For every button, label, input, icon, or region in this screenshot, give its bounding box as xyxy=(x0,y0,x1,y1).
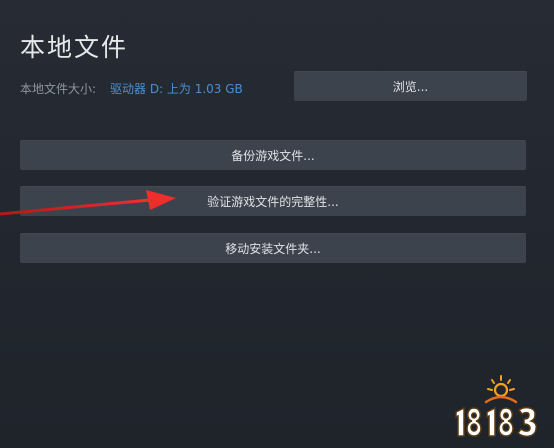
browse-button-label: 浏览... xyxy=(392,79,429,94)
local-file-size-label: 本地文件大小: xyxy=(20,82,97,96)
backup-game-files-button[interactable]: 备份游戏文件... xyxy=(20,140,526,170)
watermark-logo xyxy=(455,375,537,438)
watermark-18183-text-icon xyxy=(455,406,537,438)
page-title: 本地文件 xyxy=(20,33,129,62)
verify-game-files-label: 验证游戏文件的完整性... xyxy=(207,194,339,209)
backup-game-files-label: 备份游戏文件... xyxy=(231,148,315,163)
move-install-folder-button[interactable]: 移动安装文件夹... xyxy=(20,233,526,263)
local-file-size-value: 驱动器 D: 上为 1.03 GB xyxy=(110,82,243,96)
move-install-folder-label: 移动安装文件夹... xyxy=(225,241,321,256)
browse-button[interactable]: 浏览... xyxy=(294,71,527,101)
verify-game-files-button[interactable]: 验证游戏文件的完整性... xyxy=(20,186,526,216)
sun-emblem-icon xyxy=(484,375,518,404)
